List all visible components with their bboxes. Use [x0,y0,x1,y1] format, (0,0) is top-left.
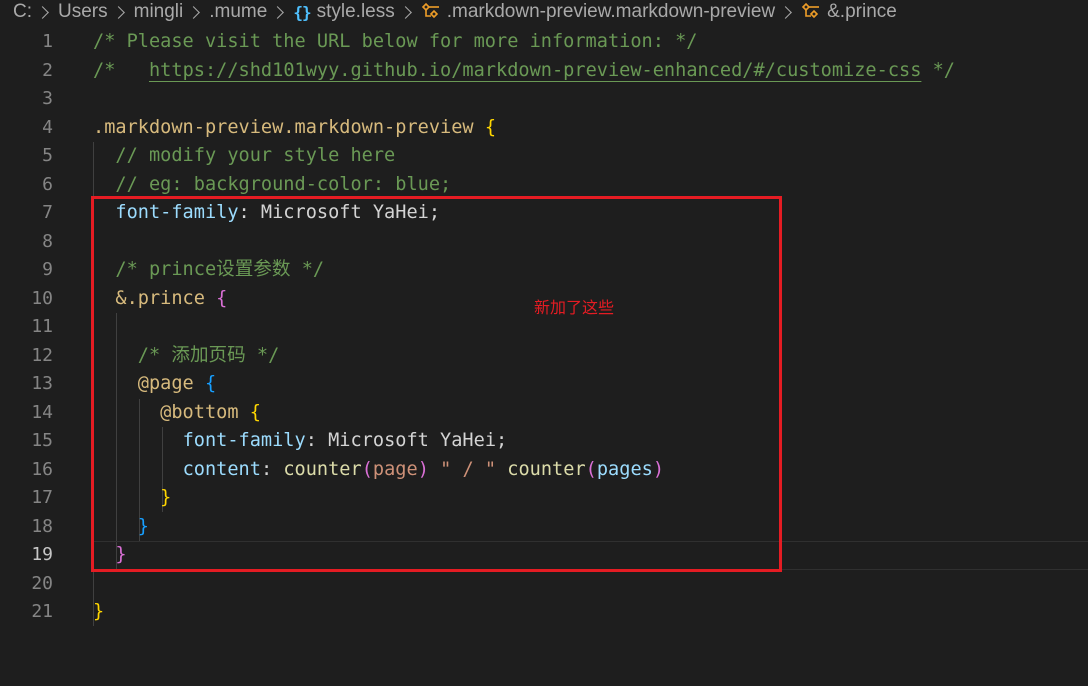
code-line[interactable]: 5 // modify your style here [0,142,1088,171]
breadcrumb-label: .mume [209,1,268,22]
line-number: 21 [31,601,53,622]
code-line[interactable]: 20 [0,570,1088,599]
code-line[interactable]: 21} [0,598,1088,627]
breadcrumb-label: Users [58,1,108,22]
line-number: 17 [31,487,53,508]
annotation-highlight-box [91,196,782,572]
code-token: { [484,116,497,138]
code-text: // eg: background-color: blue; [93,171,451,200]
breadcrumb: C: Users mingli .mume {} style.less .markdown-… [0,0,1088,24]
code-token: } [93,601,105,622]
line-number: 15 [31,430,53,451]
curly-braces-icon: {} [293,2,311,22]
breadcrumb-label: C: [13,1,32,22]
breadcrumb-label: style.less [316,1,395,22]
breadcrumb-label: .markdown-preview.markdown-preview [446,1,776,22]
breadcrumb-label: &.prince [827,1,897,22]
code-token: /* [93,59,149,81]
line-number: 6 [42,173,53,195]
code-token[interactable]: https://shd101wyy.github.io/markdown-pre… [149,60,921,81]
code-token: // modify your style here [93,145,396,166]
breadcrumb-item[interactable]: Users [58,1,108,23]
line-number: 2 [42,59,53,81]
breadcrumb-item[interactable]: {} style.less [293,1,394,23]
breadcrumb-item[interactable]: .mume [209,1,267,23]
symbol-class-icon [421,2,443,22]
breadcrumb-item[interactable]: &.prince [801,1,897,23]
line-number: 11 [31,316,53,337]
line-number: 10 [31,287,53,309]
breadcrumb-item[interactable]: C: [13,1,32,23]
code-line[interactable]: 4 .markdown-preview.markdown-preview { [0,114,1088,143]
chevron-right-icon [271,5,285,19]
chevron-right-icon [779,5,792,19]
annotation-label: 新加了这些 [534,298,615,317]
line-number: 13 [31,373,53,394]
line-number: 16 [31,458,53,480]
code-token: /* Please visit the URL below for more i… [93,31,698,52]
code-text: } [93,598,104,627]
code-token: // eg: background-color: blue; [93,173,452,195]
line-number: 20 [31,572,53,594]
line-number: 19 [31,544,53,565]
code-token: */ [921,59,955,81]
line-number: 4 [42,116,53,138]
line-number: 5 [42,145,53,166]
chevron-right-icon [398,5,412,19]
breadcrumb-item[interactable]: mingli [134,1,184,23]
code-line[interactable]: 1 /* Please visit the URL below for more … [0,28,1088,57]
chevron-right-icon [111,5,125,19]
line-number: 18 [31,515,53,537]
line-number: 9 [42,259,53,280]
line-number: 12 [31,344,53,366]
chevron-right-icon [36,5,49,19]
code-text: // modify your style here [93,142,395,171]
breadcrumb-item[interactable]: .markdown-preview.markdown-preview [421,1,775,23]
code-text: /* Please visit the URL below for more i… [93,28,698,57]
code-text: .markdown-preview.markdown-preview { [93,114,496,143]
chevron-right-icon [187,5,201,19]
code-line[interactable]: 6 // eg: background-color: blue; [0,171,1088,200]
symbol-class-icon [801,2,823,22]
code-text: /* https://shd101wyy.github.io/markdown-… [93,57,955,86]
line-number: 14 [31,401,53,423]
line-number: 3 [42,88,53,109]
code-line[interactable]: 3 [0,85,1088,114]
code-token: .markdown-preview.markdown-preview [93,116,474,138]
line-number: 7 [42,202,53,223]
breadcrumb-label: mingli [133,1,184,22]
code-line[interactable]: 2 /* https://shd101wyy.github.io/markdown… [0,57,1088,86]
line-number: 8 [42,230,53,252]
line-number: 1 [42,31,53,52]
